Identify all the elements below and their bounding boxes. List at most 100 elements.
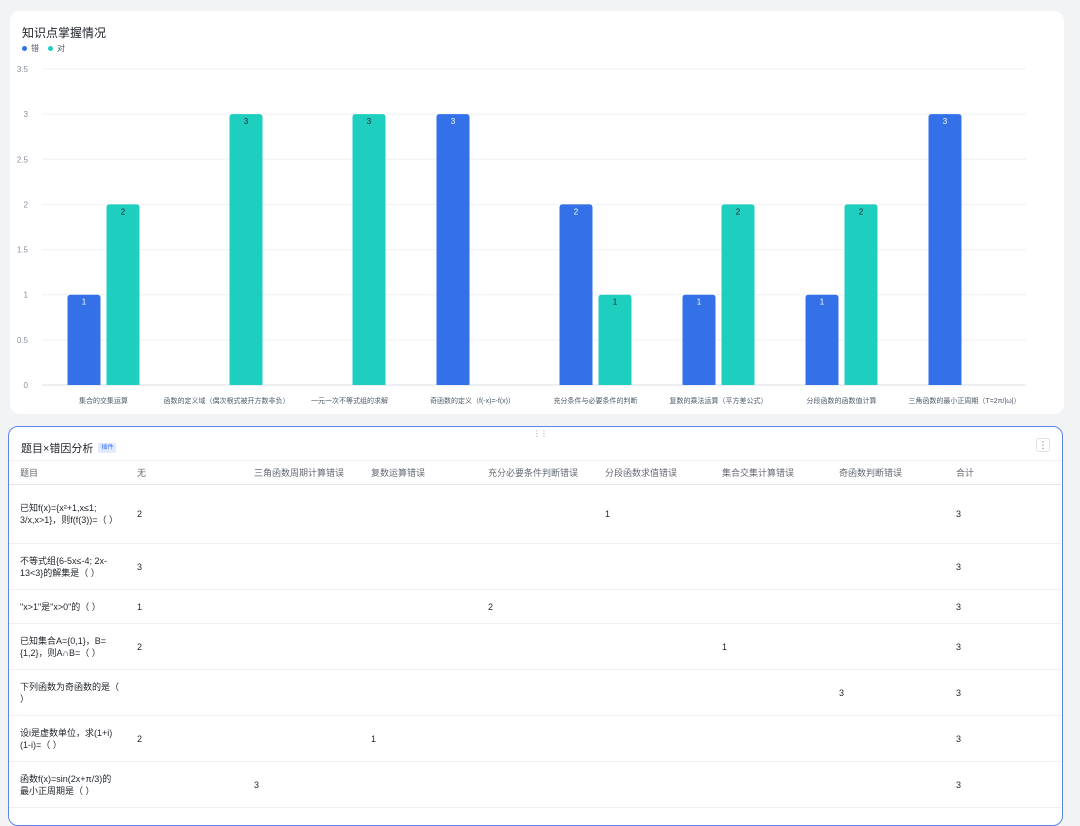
- bar-right: [844, 204, 878, 385]
- count-cell: 3: [945, 761, 1061, 808]
- bar-data-label: 1: [613, 298, 618, 307]
- table-row[interactable]: 不等式组{6-5x≤-4; 2x-13<3}的解集是（ ） 3 3: [9, 543, 1061, 590]
- count-cell: [360, 589, 477, 624]
- bar-data-label: 2: [121, 207, 126, 216]
- count-cell: [711, 484, 828, 544]
- count-cell: [360, 543, 477, 590]
- table-row[interactable]: 已知集合A={0,1}，B={1,2}，则A∩B=（ ） 2 1 3: [9, 623, 1061, 670]
- count-cell: [477, 761, 594, 808]
- count-cell: [594, 761, 711, 808]
- more-options-button[interactable]: ⋮: [1036, 438, 1050, 452]
- question-cell: 函数f(x)=sin(2x+π/3)的最小正周期是（ ）: [9, 761, 126, 808]
- count-cell: [711, 669, 828, 716]
- x-tick-label: 分段函数的函数值计算: [807, 396, 877, 405]
- count-cell: [360, 484, 477, 544]
- count-cell: [828, 589, 945, 624]
- count-cell: [711, 761, 828, 808]
- y-tick-label: 0: [24, 381, 29, 390]
- y-tick-label: 0.5: [17, 336, 29, 345]
- table-body: 已知f(x)={x²+1,x≤1; 3/x,x>1}，则f(f(3))=（ ） 2…: [9, 484, 1061, 808]
- table-row[interactable]: 函数f(x)=sin(2x+π/3)的最小正周期是（ ） 3 3: [9, 761, 1061, 808]
- table-row[interactable]: 下列函数为奇函数的是（ ） 3 3: [9, 669, 1061, 716]
- count-cell: [594, 589, 711, 624]
- chart-card: 知识点掌握情况 错 对 0 0.5 1 1.5 2 2.5 3 3.5 集合的交集运算 1 2 函数的…: [10, 11, 1064, 414]
- count-cell: [360, 669, 477, 716]
- x-tick-label: 函数的定义域（偶次根式被开方数非负）: [164, 396, 290, 405]
- count-cell: [243, 669, 360, 716]
- count-cell: [477, 669, 594, 716]
- bar-right: [598, 294, 632, 385]
- count-cell: [711, 589, 828, 624]
- table-row[interactable]: 已知f(x)={x²+1,x≤1; 3/x,x>1}，则f(f(3))=（ ） 2…: [9, 484, 1061, 544]
- bar-data-label: 3: [943, 117, 948, 126]
- x-tick-label: 充分条件与必要条件的判断: [554, 396, 638, 405]
- bar-right: [352, 114, 386, 386]
- bar-wrong: [559, 204, 593, 385]
- count-cell: [711, 715, 828, 762]
- bar-wrong: [436, 114, 470, 386]
- count-cell: [711, 543, 828, 590]
- count-cell: 1: [594, 484, 711, 544]
- count-cell: 3: [945, 669, 1061, 716]
- panel-title: 题目×错因分析: [21, 443, 94, 455]
- count-cell: [828, 715, 945, 762]
- column-header[interactable]: 集合交集计算错误: [711, 460, 828, 485]
- column-header[interactable]: 奇函数判断错误: [828, 460, 945, 485]
- count-cell: [828, 761, 945, 808]
- bar-wrong: [928, 114, 962, 386]
- y-tick-label: 1.5: [17, 246, 29, 255]
- count-cell: [477, 543, 594, 590]
- analysis-table: 题目无三角函数周期计算错误 复数运算错误 充分必要条件判断错误 分段函数求值错误 集合交…: [9, 460, 1061, 808]
- count-cell: 3: [945, 484, 1061, 544]
- count-cell: 2: [126, 484, 243, 544]
- count-cell: 2: [126, 715, 243, 762]
- question-cell: 不等式组{6-5x≤-4; 2x-13<3}的解集是（ ）: [9, 543, 126, 590]
- count-cell: 3: [243, 761, 360, 808]
- x-tick-label: 复数的乘法运算（平方差公式）: [670, 396, 768, 405]
- count-cell: [594, 623, 711, 670]
- column-header[interactable]: 复数运算错误: [360, 460, 477, 485]
- table-row[interactable]: 设i是虚数单位，求(1+i)(1-i)=（ ） 2 1 3: [9, 715, 1061, 762]
- count-cell: 3: [945, 715, 1061, 762]
- count-cell: [126, 761, 243, 808]
- column-header[interactable]: 合计: [945, 460, 1061, 485]
- y-tick-label: 2: [24, 200, 29, 209]
- count-cell: 3: [945, 543, 1061, 590]
- x-tick-label: 奇函数的定义（f(-x)=-f(x)）: [430, 396, 515, 405]
- count-cell: [477, 484, 594, 544]
- count-cell: [243, 715, 360, 762]
- y-tick-label: 3.5: [17, 65, 29, 74]
- y-tick-label: 1: [24, 291, 29, 300]
- column-header[interactable]: 三角函数周期计算错误: [243, 460, 360, 485]
- count-cell: [594, 715, 711, 762]
- bar-chart: 0 0.5 1 1.5 2 2.5 3 3.5 集合的交集运算 1 2 函数的定义域（偶次根式被开方数…: [17, 65, 1026, 405]
- count-cell: [828, 484, 945, 544]
- count-cell: [243, 623, 360, 670]
- count-cell: [243, 589, 360, 624]
- drag-handle-icon[interactable]: ⋮⋮: [533, 429, 548, 438]
- count-cell: [360, 623, 477, 670]
- y-tick-label: 3: [24, 110, 29, 119]
- table-row[interactable]: "x>1"是"x>0"的（ ） 1 2 3: [9, 589, 1061, 624]
- column-header[interactable]: 分段函数求值错误: [594, 460, 711, 485]
- count-cell: [828, 623, 945, 670]
- count-cell: 1: [126, 589, 243, 624]
- count-cell: [477, 623, 594, 670]
- count-cell: 2: [477, 589, 594, 624]
- question-cell: "x>1"是"x>0"的（ ）: [9, 589, 126, 624]
- bar-data-label: 2: [574, 207, 579, 216]
- column-header[interactable]: 充分必要条件判断错误: [477, 460, 594, 485]
- bar-wrong: [682, 294, 716, 385]
- bar-data-label: 2: [736, 207, 741, 216]
- column-header[interactable]: 题目: [9, 460, 126, 485]
- count-cell: [243, 484, 360, 544]
- bar-right: [721, 204, 755, 385]
- column-header[interactable]: 无: [126, 460, 243, 485]
- x-tick-label: 集合的交集运算: [79, 396, 128, 405]
- count-cell: 1: [711, 623, 828, 670]
- more-vertical-icon: ⋮: [1038, 439, 1048, 450]
- bar-data-label: 1: [697, 298, 702, 307]
- plugin-badge: 插件: [98, 443, 117, 453]
- question-cell: 下列函数为奇函数的是（ ）: [9, 669, 126, 716]
- count-cell: 2: [126, 623, 243, 670]
